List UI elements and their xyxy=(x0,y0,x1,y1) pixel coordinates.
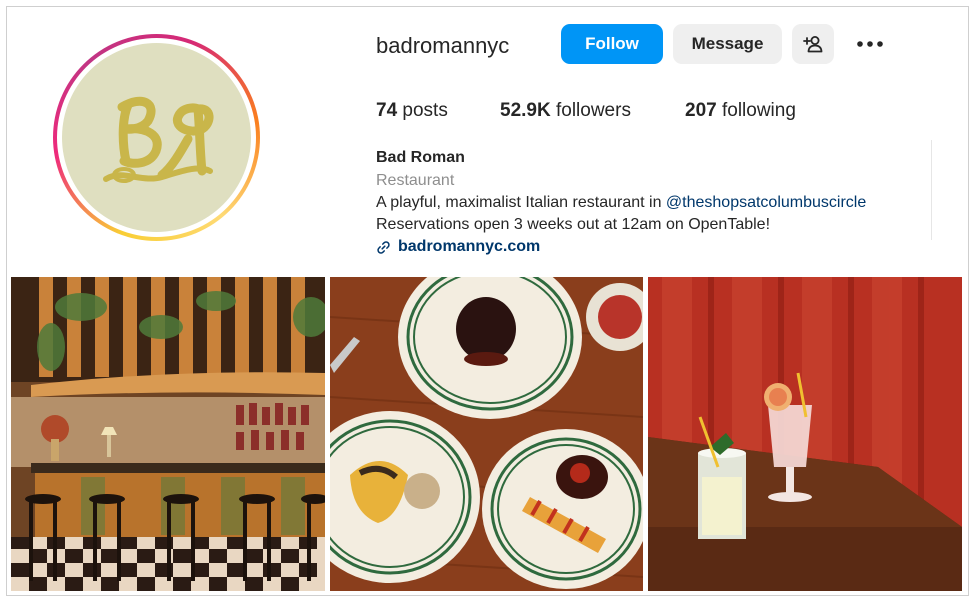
message-button[interactable]: Message xyxy=(673,24,782,64)
bio-website-link[interactable]: badromannyc.com xyxy=(376,238,540,256)
post-thumbnail-1[interactable] xyxy=(11,277,325,591)
add-user-icon xyxy=(803,36,823,53)
post-thumbnail-2[interactable] xyxy=(330,277,643,591)
bad-roman-logo xyxy=(103,96,214,183)
followers-number: 52.9K xyxy=(500,100,551,121)
bio-category: Restaurant xyxy=(376,172,455,189)
avatar[interactable] xyxy=(62,43,251,232)
story-ring[interactable] xyxy=(53,34,260,241)
following-count[interactable]: 207 following xyxy=(685,100,796,122)
suggest-user-button[interactable] xyxy=(792,24,834,64)
bio-name: Bad Roman xyxy=(376,149,465,166)
posts-count: 74 posts xyxy=(376,100,448,122)
posts-label: posts xyxy=(402,100,448,121)
followers-label: followers xyxy=(555,100,631,121)
bio-text: A playful, maximalist Italian restaurant… xyxy=(376,194,666,211)
more-icon xyxy=(857,41,883,47)
plated-dishes-image xyxy=(330,277,643,591)
following-label: following xyxy=(721,100,796,121)
bio-reservations-line: Reservations open 3 weeks out at 12am on… xyxy=(376,216,771,233)
profile-username: badromannyc xyxy=(376,33,510,58)
bio-link-text: badromannyc.com xyxy=(398,238,541,255)
link-icon xyxy=(377,240,390,254)
follow-button[interactable]: Follow xyxy=(561,24,663,64)
followers-count[interactable]: 52.9K followers xyxy=(500,100,631,122)
more-options-button[interactable] xyxy=(852,30,888,58)
post-thumbnail-3[interactable] xyxy=(648,277,962,591)
bio-mention-link[interactable]: @theshopsatcolumbuscircle xyxy=(666,194,866,211)
following-number: 207 xyxy=(685,100,717,121)
posts-number: 74 xyxy=(376,100,398,121)
bio-description: A playful, maximalist Italian restaurant… xyxy=(376,194,866,212)
bar-interior-image xyxy=(11,277,325,591)
divider xyxy=(931,140,932,240)
cocktails-image xyxy=(648,277,962,591)
